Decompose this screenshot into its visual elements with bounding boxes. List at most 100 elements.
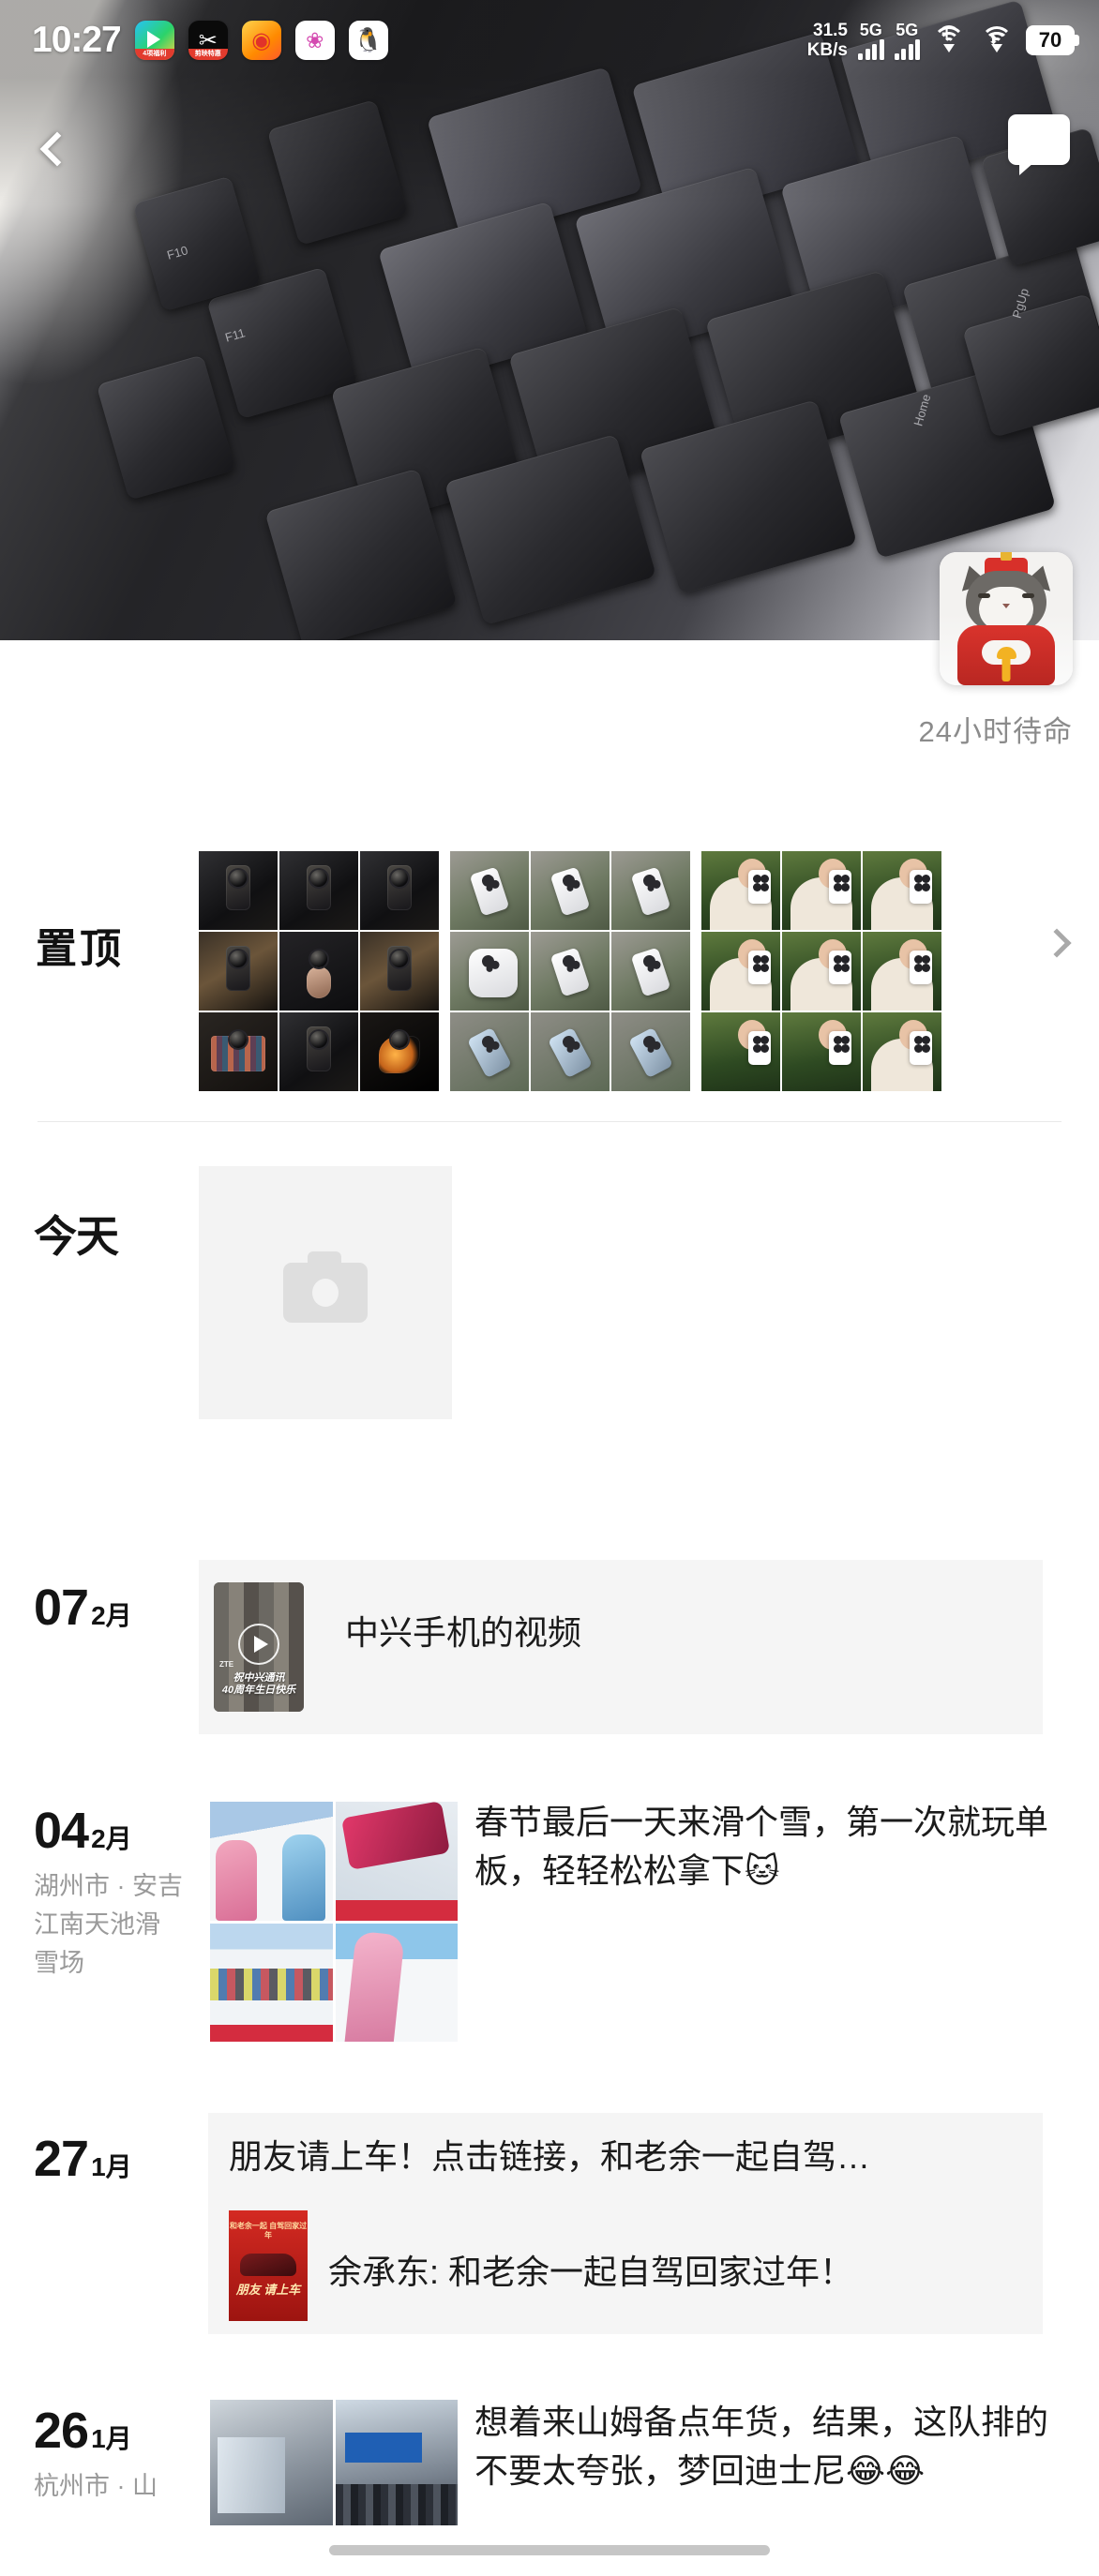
date-month: 1月	[91, 2152, 132, 2181]
network-speed: 31.5 KB/s	[807, 21, 848, 60]
timeline-entry-feb-07[interactable]: 07 2月 中兴手机的视频	[0, 1560, 1099, 1734]
post-text-jan-26: 想着来山姆备点年货，结果，这队排的不要太夸张，梦回迪士尼😂😂	[474, 2398, 1054, 2495]
date-day: 04	[34, 1803, 89, 1859]
status-bar: 10:27 4项福利 剪映特惠 31.5 KB/s 5G 5G +	[0, 0, 1099, 81]
car-illustration	[240, 2254, 296, 2276]
pinned-photo[interactable]	[611, 932, 690, 1011]
avatar[interactable]	[940, 552, 1073, 685]
pinned-photo[interactable]	[450, 932, 529, 1011]
pinned-photo[interactable]	[701, 851, 780, 930]
pinned-photo[interactable]	[863, 932, 941, 1011]
post-text: 中兴手机的视频	[345, 1613, 582, 1652]
pinned-photo[interactable]	[531, 932, 610, 1011]
sim2-signal: 5G	[894, 20, 920, 60]
sim2-bars-icon	[894, 38, 920, 60]
date-day: 07	[34, 1580, 89, 1636]
back-button[interactable]	[21, 112, 94, 186]
battery-indicator: 70	[1026, 25, 1079, 55]
network-speed-unit: KB/s	[806, 40, 848, 60]
date-column-today: 今天	[34, 1209, 203, 1264]
network-speed-value: 31.5	[813, 21, 848, 40]
play-icon[interactable]	[238, 1624, 279, 1666]
pinned-photo[interactable]	[531, 851, 610, 930]
link-title: 余承东: 和老余一起自驾回家过年！	[328, 2253, 854, 2291]
wifi-plus-icon: +	[930, 25, 968, 54]
post-photo[interactable]	[335, 2400, 458, 2525]
post-photo[interactable]	[210, 1923, 333, 2042]
pinned-album-white-phone[interactable]	[450, 851, 690, 1091]
cover-photo[interactable]: F11 F10 PgUp Home	[0, 0, 1099, 640]
timeline-entry-jan-26[interactable]: 26 1月 杭州市 · 山 想着来山姆备点年货，结果，这队排的不要太夸张，梦回迪士…	[0, 2381, 1099, 2569]
pinned-photo[interactable]	[782, 932, 861, 1011]
pinned-photo[interactable]	[279, 932, 358, 1011]
video-caption-line1: 祝中兴通讯	[233, 1672, 285, 1684]
pinned-section[interactable]: 置顶	[0, 825, 1099, 1091]
timeline-entry-today[interactable]: 今天	[0, 1166, 1099, 1447]
date-column-jan-27: 27 1月	[34, 2132, 203, 2186]
video-thumbnail-feb-07[interactable]: ZTE 祝中兴通讯 40周年生日快乐	[214, 1582, 304, 1712]
post-text: 朋友请上车！点击链接，和老余一起自驾…	[229, 2137, 871, 2176]
pinned-photo[interactable]	[701, 932, 780, 1011]
pinned-label: 置顶	[36, 926, 124, 972]
tencent-video-icon: 4项福利	[134, 21, 174, 60]
pinned-photo[interactable]	[279, 851, 358, 930]
cover-overlay	[0, 0, 1099, 640]
date-month: 2月	[91, 1824, 132, 1853]
date-day: 26	[34, 2403, 89, 2459]
tencent-video-badge: 4项福利	[134, 49, 174, 60]
pinned-photo[interactable]	[199, 1012, 278, 1091]
sim1-label: 5G	[859, 20, 882, 39]
post-location: 湖州市 · 安吉江南天池滑雪场	[34, 1872, 183, 1977]
pinned-album-girl-selfie[interactable]	[701, 851, 941, 1091]
pinned-photo[interactable]	[360, 851, 439, 930]
photo-grid-jan-26[interactable]	[210, 2400, 458, 2525]
status-bar-left: 10:27 4项福利 剪映特惠	[32, 20, 388, 61]
video-caption: 祝中兴通讯 40周年生日快乐	[214, 1672, 304, 1697]
pinned-photo[interactable]	[199, 932, 278, 1011]
post-photo[interactable]	[210, 1802, 333, 1921]
pinned-photo[interactable]	[279, 1012, 358, 1091]
pinned-photo[interactable]	[360, 932, 439, 1011]
poster-bottom-text: 朋友 请上车	[235, 2283, 301, 2297]
chevron-left-icon	[39, 131, 75, 167]
date-column-feb-07: 07 2月	[34, 1580, 203, 1635]
today-photo-placeholder[interactable]	[199, 1166, 452, 1419]
sim1-bars-icon	[858, 38, 884, 60]
chevron-right-icon[interactable]	[1042, 928, 1072, 958]
pinned-photo[interactable]	[450, 851, 529, 930]
link-card-jan-27[interactable]: 朋友请上车！点击链接，和老余一起自驾… 和老余一起 自驾回家过年 朋友 请上车 …	[208, 2113, 1043, 2334]
post-photo[interactable]	[335, 1802, 458, 1921]
date-column-jan-26: 26 1月 杭州市 · 山	[34, 2404, 203, 2506]
pinned-photo[interactable]	[782, 851, 861, 930]
pinned-photo[interactable]	[360, 1012, 439, 1091]
post-photo[interactable]	[335, 1923, 458, 2042]
pinned-photo[interactable]	[863, 851, 941, 930]
home-indicator-bar[interactable]	[329, 2545, 770, 2555]
pinned-photo[interactable]	[531, 1012, 610, 1091]
timeline-entry-feb-04[interactable]: 04 2月 湖州市 · 安吉江南天池滑雪场 春节最后一天来滑个雪，第一次就玩单板，…	[0, 1781, 1099, 2062]
pinned-photo[interactable]	[199, 851, 278, 930]
moments-profile-screen: F11 F10 PgUp Home 10:27 4项福利 剪映特惠 31.5 K…	[0, 0, 1099, 2576]
pinned-albums[interactable]	[199, 851, 941, 1091]
photo-grid-feb-04[interactable]	[210, 1802, 458, 2042]
date-column-feb-04: 04 2月 湖州市 · 安吉江南天池滑雪场	[34, 1804, 203, 1983]
sim1-signal: 5G	[858, 22, 884, 60]
post-text: 想着来山姆备点年货，结果，这队排的不要太夸张，梦回迪士尼😂😂	[474, 2403, 1049, 2490]
post-photo[interactable]	[210, 2400, 333, 2525]
weibo-icon	[241, 21, 281, 60]
wifi-transfer-icon: ⬍	[978, 26, 1016, 54]
pinned-photo[interactable]	[450, 1012, 529, 1091]
sim2-label: 5G	[896, 20, 919, 39]
pinned-photo[interactable]	[782, 1012, 861, 1091]
pinned-photo[interactable]	[701, 1012, 780, 1091]
message-button[interactable]	[1003, 114, 1075, 182]
link-poster-thumbnail[interactable]: 和老余一起 自驾回家过年 朋友 请上车	[229, 2210, 308, 2321]
pinned-photo[interactable]	[611, 851, 690, 930]
date-today-label: 今天	[34, 1212, 119, 1261]
cat-avatar-image	[940, 552, 1073, 685]
pinned-album-black-phone[interactable]	[199, 851, 439, 1091]
pinned-photo[interactable]	[863, 1012, 941, 1091]
video-caption-line2: 40周年生日快乐	[221, 1685, 296, 1696]
post-text-feb-07: 中兴手机的视频	[345, 1609, 1001, 1657]
pinned-photo[interactable]	[611, 1012, 690, 1091]
